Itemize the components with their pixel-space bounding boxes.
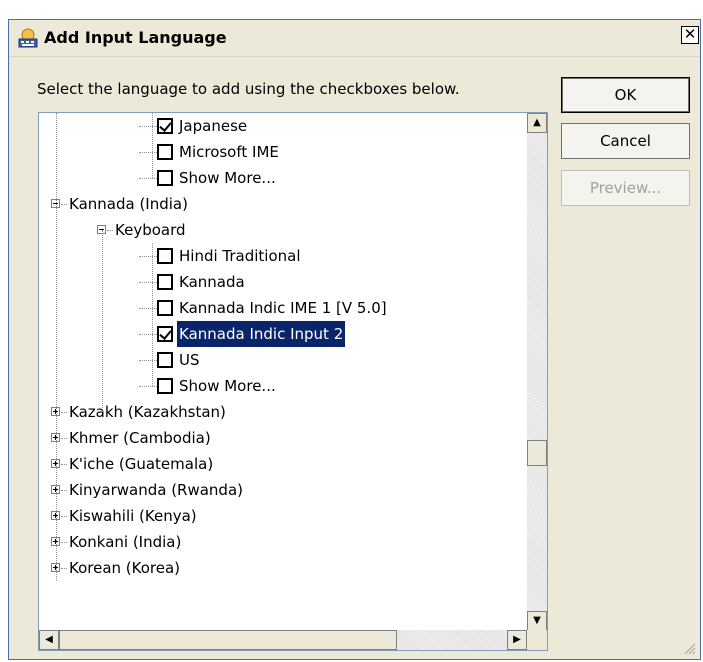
tree-item-label: Kinyarwanda (Rwanda) [69,481,244,499]
tree-item-label: Show More... [179,377,276,395]
tree-item-label: Microsoft IME [179,143,279,161]
cancel-button[interactable]: Cancel [561,123,690,159]
scroll-up-icon[interactable]: ▲ [527,113,547,133]
tree-guide-line [152,113,153,178]
tree-connector [139,256,157,257]
language-tree[interactable]: Japanese Microsoft IME Show More... Kannada… [38,112,548,651]
checkbox[interactable] [157,378,173,394]
tree-item-label: Hindi Traditional [179,247,301,265]
tree-connector [139,386,157,387]
tree-item-label: Kazakh (Kazakhstan) [69,403,226,421]
tree-connector [139,178,157,179]
tree-item-label: Kannada Indic IME 1 [V 5.0] [179,299,387,317]
add-input-language-dialog: Add Input Language ✕ Select the language… [8,19,701,660]
tree-item-label: Khmer (Cambodia) [69,429,211,447]
tree-connector [139,334,157,335]
tree-item-label: US [179,351,200,369]
tree-item-label: Keyboard [115,221,186,239]
checkbox[interactable] [157,300,173,316]
checkbox[interactable] [157,248,173,264]
tree-connector [139,308,157,309]
resize-grip-icon[interactable] [682,641,696,655]
tree-item-label: Show More... [179,169,276,187]
checkbox[interactable] [157,352,173,368]
scroll-down-icon[interactable]: ▼ [527,611,547,631]
tree-item-label: Korean (Korea) [69,559,181,577]
scrollbar-corner [527,630,547,650]
tree-item-label: Konkani (India) [69,533,182,551]
tree-item-label: K'iche (Guatemala) [69,455,214,473]
ok-button[interactable]: OK [561,77,690,113]
tree-guide-line [152,243,153,386]
tree-connector [139,152,157,153]
horizontal-scroll-thumb[interactable] [59,630,397,650]
tree-item-label: Kiswahili (Kenya) [69,507,197,525]
dialog-title: Add Input Language [44,28,227,47]
tree-item-label: Kannada [179,273,245,291]
instruction-text: Select the language to add using the che… [37,80,460,98]
scroll-right-icon[interactable]: ▶ [507,630,527,650]
preview-button[interactable]: Preview... [561,170,690,206]
horizontal-scrollbar[interactable]: ◀ ▶ [39,630,527,650]
checkbox[interactable] [157,144,173,160]
scroll-left-icon[interactable]: ◀ [39,630,59,650]
tree-connector [139,360,157,361]
checkbox[interactable] [157,274,173,290]
checkbox[interactable] [157,118,173,134]
tree-connector [139,282,157,283]
close-button[interactable]: ✕ [681,26,699,44]
vertical-scroll-thumb[interactable] [527,440,547,467]
tree-guide-line [102,230,103,412]
tree-connector [139,126,157,127]
tree-guide-line [56,113,57,581]
checkbox[interactable] [157,326,173,342]
checkbox[interactable] [157,170,173,186]
tree-item-label: Japanese [179,117,248,135]
keyboard-globe-icon [18,28,38,48]
tree-item-label: Kannada Indic Input 2 [177,321,346,347]
title-bar: Add Input Language ✕ [9,20,700,57]
tree-item-label: Kannada (India) [69,195,188,213]
vertical-scrollbar[interactable]: ▲ ▼ [527,113,547,631]
